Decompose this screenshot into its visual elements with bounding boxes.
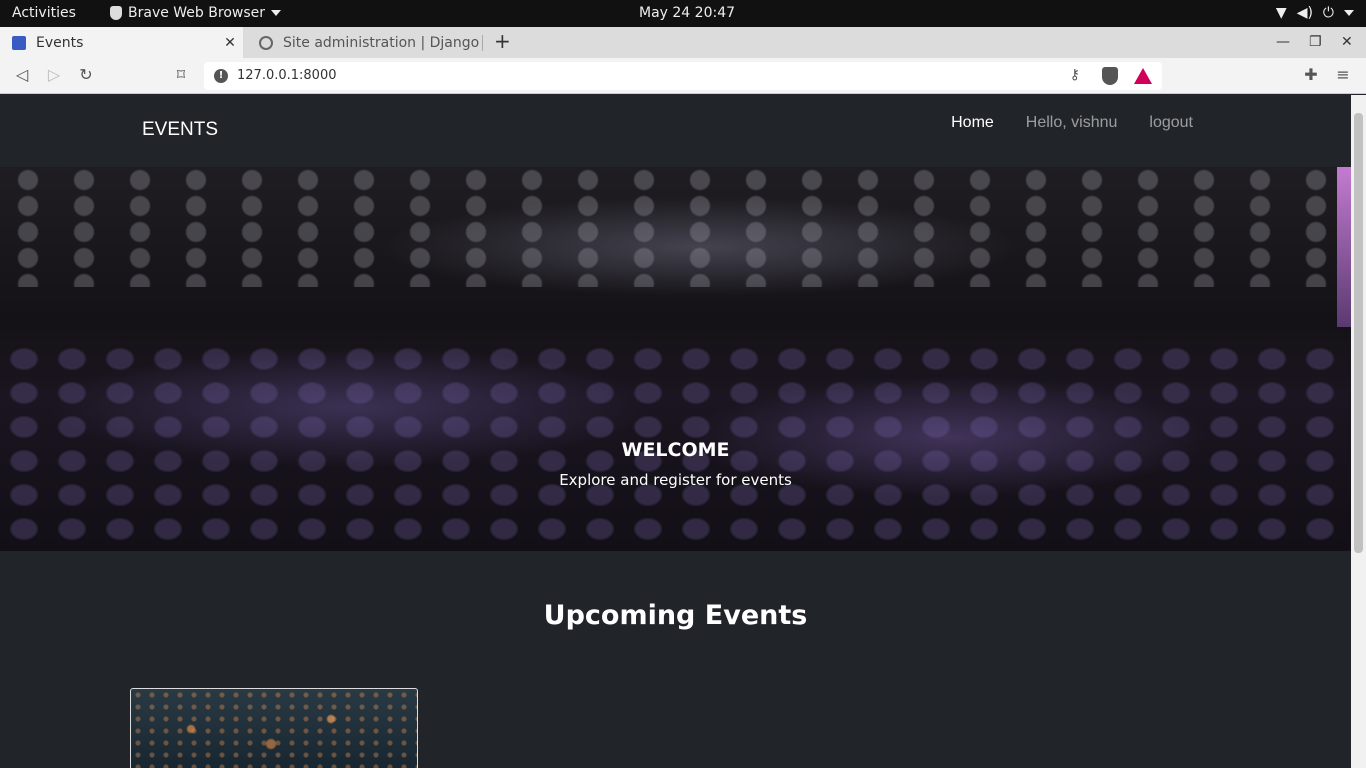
close-icon[interactable]: ✕ — [221, 35, 239, 51]
brave-lion-icon — [110, 6, 122, 20]
scrollbar-thumb[interactable] — [1354, 113, 1363, 553]
section-title: Upcoming Events — [543, 600, 808, 631]
site-navbar: EVENTS Home Hello, vishnu logout — [0, 95, 1351, 167]
power-icon: ⏻ — [1322, 5, 1334, 21]
tab-title: Site administration | Django s — [283, 34, 482, 51]
tab-strip: Events ✕ Site administration | Django s — [0, 27, 1366, 58]
hero-subtitle: Explore and register for events — [559, 471, 792, 489]
forward-icon[interactable]: ▷ — [43, 65, 65, 84]
hero-title: WELCOME — [621, 439, 730, 461]
restore-icon[interactable]: ❐ — [1309, 34, 1322, 50]
wifi-icon: ▼ — [1275, 5, 1287, 21]
nav-greeting[interactable]: Hello, vishnu — [1026, 114, 1118, 132]
minimize-icon[interactable]: — — [1276, 34, 1290, 50]
new-tab-button[interactable]: + — [494, 30, 511, 52]
extensions-icon[interactable]: ✚ — [1300, 65, 1322, 84]
app-menu[interactable]: Brave Web Browser — [110, 5, 281, 21]
site-info-icon[interactable]: ! — [214, 69, 228, 83]
hero-banner: WELCOME Explore and register for events — [0, 167, 1351, 551]
browser-toolbar: ◁ ▷ ↻ ⌑ ! ⚷ ✚ ≡ — [0, 58, 1366, 94]
brave-rewards-icon[interactable] — [1134, 68, 1152, 84]
hero-stage-light — [1337, 167, 1351, 327]
system-tray[interactable]: ▼ ◀) ⏻ — [1276, 5, 1354, 21]
globe-icon — [259, 35, 273, 50]
activities-button[interactable]: Activities — [12, 5, 76, 21]
tab-divider — [482, 35, 483, 51]
system-top-bar: Activities Brave Web Browser May 24 20:4… — [0, 0, 1366, 27]
chevron-down-icon — [1344, 10, 1354, 16]
address-bar[interactable]: ! ⚷ — [204, 62, 1162, 90]
event-card-image[interactable] — [130, 688, 418, 768]
tab-events[interactable]: Events ✕ — [0, 27, 243, 58]
nav-home-link[interactable]: Home — [951, 114, 994, 132]
clock[interactable]: May 24 20:47 — [639, 5, 735, 21]
reload-icon[interactable]: ↻ — [75, 65, 97, 84]
volume-icon: ◀) — [1296, 5, 1313, 21]
site-brand[interactable]: EVENTS — [142, 119, 218, 141]
url-input[interactable] — [237, 68, 837, 83]
chevron-down-icon — [271, 10, 281, 16]
app-menu-label: Brave Web Browser — [128, 5, 265, 21]
nav-links: Home Hello, vishnu logout — [951, 114, 1193, 132]
page-scrollbar[interactable] — [1351, 95, 1366, 768]
key-icon[interactable]: ⚷ — [1070, 67, 1080, 83]
nav-logout-link[interactable]: logout — [1149, 114, 1193, 132]
tab-title: Events — [36, 34, 84, 51]
bookmark-icon[interactable]: ⌑ — [170, 65, 192, 84]
brave-shields-icon[interactable] — [1102, 67, 1118, 85]
menu-icon[interactable]: ≡ — [1332, 65, 1354, 84]
back-icon[interactable]: ◁ — [11, 65, 33, 84]
close-window-icon[interactable]: ✕ — [1341, 34, 1353, 50]
site-favicon-icon — [12, 35, 26, 50]
page-content: EVENTS Home Hello, vishnu logout WELCOME… — [0, 95, 1351, 768]
hero-caption: WELCOME Explore and register for events — [0, 439, 1351, 489]
tab-django-admin[interactable]: Site administration | Django s — [247, 27, 482, 58]
event-crowd-photo — [131, 689, 417, 768]
hero-ceiling-lights-image — [0, 167, 1351, 287]
